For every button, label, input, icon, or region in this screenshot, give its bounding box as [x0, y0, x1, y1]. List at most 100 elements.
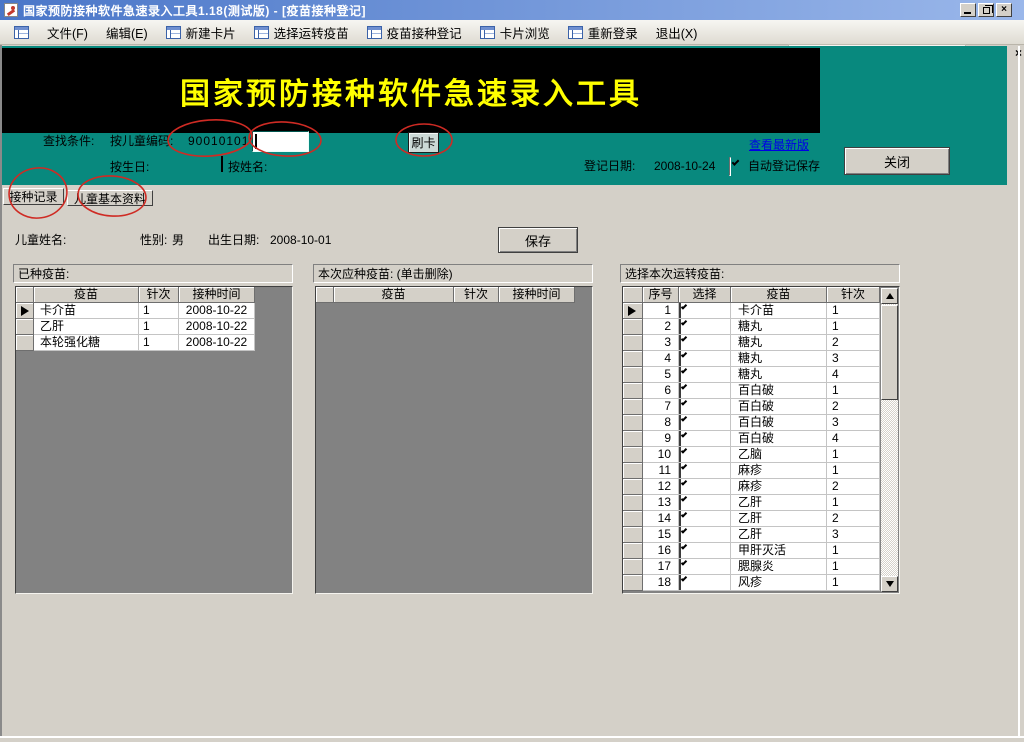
- checked-checkbox[interactable]: [679, 303, 681, 318]
- cell[interactable]: 乙肝: [34, 319, 139, 335]
- scrollbar-thumb[interactable]: [881, 305, 898, 400]
- table-row[interactable]: 8百白破3: [623, 415, 899, 431]
- select-cell[interactable]: [679, 511, 731, 527]
- checked-checkbox[interactable]: [679, 463, 681, 478]
- column-header[interactable]: 针次: [827, 287, 880, 303]
- seq-cell[interactable]: 7: [643, 399, 679, 415]
- table-row[interactable]: 1卡介苗1: [623, 303, 899, 319]
- select-cell[interactable]: [679, 415, 731, 431]
- select-cell[interactable]: [679, 527, 731, 543]
- due-grid[interactable]: 疫苗针次接种时间: [315, 286, 593, 594]
- seq-cell[interactable]: 9: [643, 431, 679, 447]
- vaccine-cell[interactable]: 腮腺炎: [731, 559, 827, 575]
- dose-cell[interactable]: 2: [827, 335, 880, 351]
- cell[interactable]: 本轮强化糖: [34, 335, 139, 351]
- checked-checkbox[interactable]: [679, 575, 681, 590]
- cell[interactable]: 1: [139, 319, 179, 335]
- dose-cell[interactable]: 2: [827, 511, 880, 527]
- row-selector[interactable]: [16, 303, 34, 319]
- seq-cell[interactable]: 16: [643, 543, 679, 559]
- child-window-icon[interactable]: [5, 20, 38, 44]
- vaccine-cell[interactable]: 风疹: [731, 575, 827, 591]
- checked-checkbox[interactable]: [679, 479, 681, 494]
- column-header[interactable]: 接种时间: [179, 287, 255, 303]
- vaccine-cell[interactable]: 乙肝: [731, 527, 827, 543]
- checked-checkbox[interactable]: [679, 511, 681, 526]
- table-row[interactable]: 7百白破2: [623, 399, 899, 415]
- row-selector[interactable]: [623, 543, 643, 559]
- cell[interactable]: 卡介苗: [34, 303, 139, 319]
- dose-cell[interactable]: 1: [827, 319, 880, 335]
- row-selector[interactable]: [16, 319, 34, 335]
- table-row[interactable]: 14乙肝2: [623, 511, 899, 527]
- minimize-button[interactable]: [960, 3, 976, 17]
- dose-cell[interactable]: 1: [827, 543, 880, 559]
- close-button[interactable]: ×: [996, 3, 1012, 17]
- dose-cell[interactable]: 3: [827, 415, 880, 431]
- vaccine-cell[interactable]: 乙肝: [731, 495, 827, 511]
- tab-child-info[interactable]: 儿童基本资料: [67, 190, 153, 206]
- seq-cell[interactable]: 18: [643, 575, 679, 591]
- row-selector[interactable]: [623, 463, 643, 479]
- select-cell[interactable]: [679, 543, 731, 559]
- select-cell[interactable]: [679, 559, 731, 575]
- vaccine-cell[interactable]: 卡介苗: [731, 303, 827, 319]
- select-cell[interactable]: [679, 463, 731, 479]
- dose-cell[interactable]: 1: [827, 303, 880, 319]
- seq-cell[interactable]: 11: [643, 463, 679, 479]
- vaccine-cell[interactable]: 百白破: [731, 383, 827, 399]
- dose-cell[interactable]: 1: [827, 463, 880, 479]
- latest-version-link[interactable]: 查看最新版: [749, 136, 809, 153]
- cell[interactable]: 1: [139, 335, 179, 351]
- vaccine-cell[interactable]: 糖丸: [731, 351, 827, 367]
- checked-checkbox[interactable]: [679, 399, 681, 414]
- vaccinated-grid[interactable]: 疫苗针次接种时间卡介苗12008-10-22乙肝12008-10-22本轮强化糖…: [15, 286, 293, 594]
- row-selector[interactable]: [623, 447, 643, 463]
- checked-checkbox[interactable]: [679, 351, 681, 366]
- menu-item-7[interactable]: 重新登录: [559, 20, 647, 44]
- table-row[interactable]: 本轮强化糖12008-10-22: [16, 335, 292, 351]
- seq-cell[interactable]: 10: [643, 447, 679, 463]
- table-row[interactable]: 15 乙肝3: [623, 527, 899, 543]
- seq-cell[interactable]: 15: [643, 527, 679, 543]
- row-selector[interactable]: [623, 495, 643, 511]
- select-cell[interactable]: [679, 319, 731, 335]
- select-cell[interactable]: [679, 479, 731, 495]
- checked-checkbox[interactable]: [679, 335, 681, 350]
- checked-checkbox[interactable]: [679, 543, 681, 558]
- table-row[interactable]: 2糖丸1: [623, 319, 899, 335]
- dose-cell[interactable]: 3: [827, 351, 880, 367]
- seq-cell[interactable]: 5: [643, 367, 679, 383]
- vaccine-cell[interactable]: 甲肝灭活: [731, 543, 827, 559]
- table-row[interactable]: 9百白破4: [623, 431, 899, 447]
- table-row[interactable]: 3糖丸2: [623, 335, 899, 351]
- select-cell[interactable]: [679, 447, 731, 463]
- dose-cell[interactable]: 1: [827, 495, 880, 511]
- table-row[interactable]: 12麻疹2: [623, 479, 899, 495]
- select-cell[interactable]: [679, 335, 731, 351]
- select-cell[interactable]: [679, 575, 731, 591]
- cell[interactable]: 2008-10-22: [179, 303, 255, 319]
- select-cell[interactable]: [679, 399, 731, 415]
- scroll-up-button[interactable]: [881, 288, 898, 304]
- checked-checkbox[interactable]: [679, 527, 681, 542]
- row-selector[interactable]: [623, 559, 643, 575]
- seq-cell[interactable]: 8: [643, 415, 679, 431]
- code-input[interactable]: [252, 131, 309, 152]
- table-row[interactable]: 乙肝12008-10-22: [16, 319, 292, 335]
- checked-checkbox[interactable]: [679, 319, 681, 334]
- dose-cell[interactable]: 1: [827, 383, 880, 399]
- vaccine-cell[interactable]: 百白破: [731, 431, 827, 447]
- table-row[interactable]: 16 甲肝灭活1: [623, 543, 899, 559]
- cell[interactable]: 2008-10-22: [179, 319, 255, 335]
- table-row[interactable]: 13乙肝1: [623, 495, 899, 511]
- column-header[interactable]: 选择: [679, 287, 731, 303]
- tab-records[interactable]: 接种记录: [3, 188, 64, 205]
- row-selector[interactable]: [623, 431, 643, 447]
- row-selector[interactable]: [623, 303, 643, 319]
- menu-item-6[interactable]: 卡片浏览: [471, 20, 559, 44]
- row-selector[interactable]: [623, 575, 643, 591]
- dose-cell[interactable]: 3: [827, 527, 880, 543]
- seq-cell[interactable]: 4: [643, 351, 679, 367]
- select-cell[interactable]: [679, 431, 731, 447]
